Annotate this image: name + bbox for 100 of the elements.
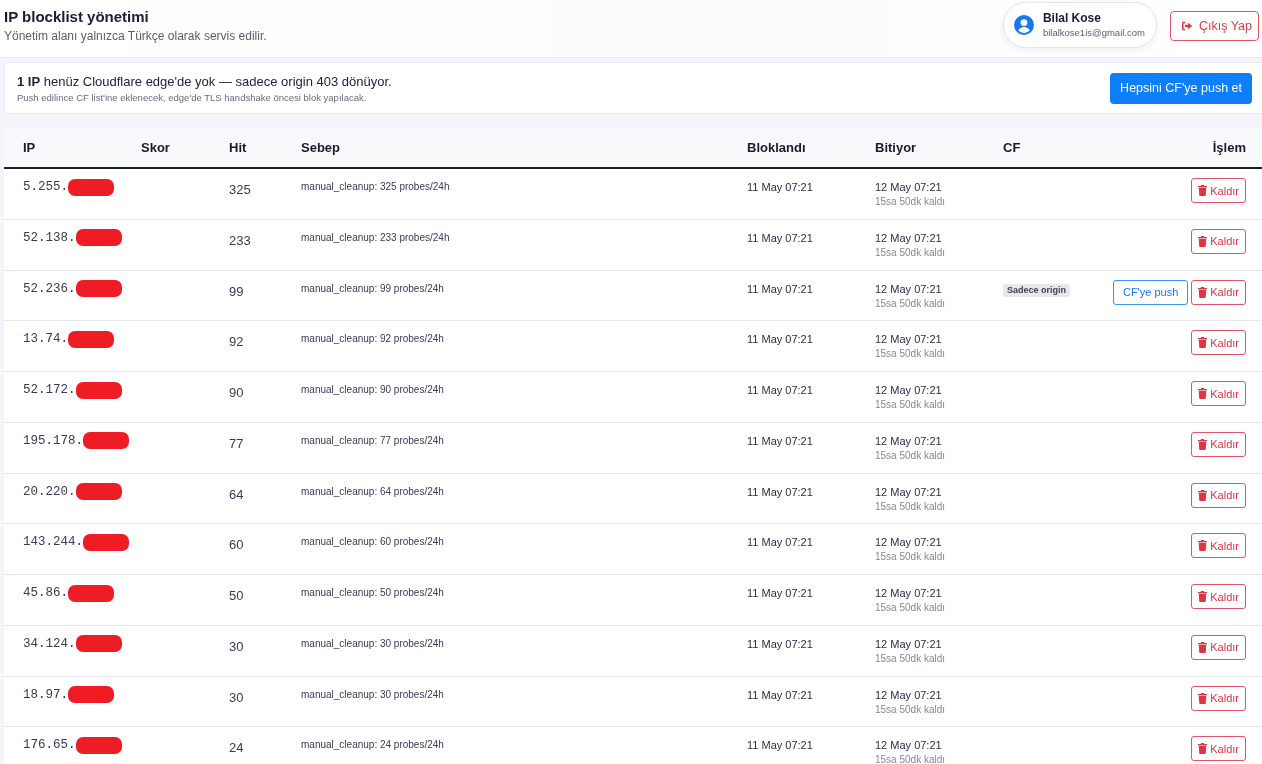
push-all-button[interactable]: Hepsini CF'ye push et <box>1110 72 1252 104</box>
hit-count: 90 <box>229 384 244 402</box>
expiry-time: 12 May 07:21 <box>875 332 942 347</box>
trash-icon <box>1198 438 1208 450</box>
column-header: IP <box>23 140 37 155</box>
hit-count: 24 <box>229 739 244 758</box>
ip-address: 45.86. <box>23 585 68 602</box>
trash-icon <box>1198 692 1208 704</box>
remaining-time: 15sa 50dk kaldı <box>875 448 946 463</box>
user-name: Bilal Kose <box>1042 10 1102 26</box>
blocked-time: 11 May 07:21 <box>747 230 813 245</box>
column-header: İşlem <box>1211 140 1246 155</box>
remove-button[interactable]: Kaldır <box>1191 482 1246 508</box>
block-reason: manual_cleanup: 30 probes/24h <box>301 687 444 702</box>
block-reason: manual_cleanup: 50 probes/24h <box>301 586 444 600</box>
remove-button[interactable]: Kaldır <box>1191 381 1246 406</box>
user-card[interactable]: Bilal Kose bilalkose1is@gmail.com <box>1002 2 1157 48</box>
notice-message: 1 IP henüz Cloudflare edge'de yok — sadece origin 403 dönüyor. <box>17 72 392 91</box>
ip-address: 34.124. <box>23 635 76 653</box>
hit-count: 50 <box>229 587 244 605</box>
expiry-time: 12 May 07:21 <box>875 383 942 397</box>
remove-button[interactable]: Kaldır <box>1191 736 1246 762</box>
blocked-time: 11 May 07:21 <box>747 332 813 347</box>
hit-count: 60 <box>229 536 244 555</box>
remove-button[interactable]: Kaldır <box>1191 634 1246 660</box>
block-reason: manual_cleanup: 77 probes/24h <box>301 433 444 448</box>
trash-icon <box>1198 489 1208 501</box>
remaining-time: 15sa 50dk kaldı <box>875 753 946 764</box>
remaining-time: 15sa 50dk kaldı <box>875 601 946 615</box>
column-header: CF <box>1003 140 1022 155</box>
trash-icon <box>1198 235 1208 247</box>
trash-icon <box>1198 286 1208 298</box>
logout-button[interactable]: Çıkış Yap <box>1169 11 1259 41</box>
ip-address: 18.97. <box>23 686 68 704</box>
expiry-time: 12 May 07:21 <box>875 586 942 600</box>
ip-address: 143.244. <box>23 534 83 552</box>
block-reason: manual_cleanup: 64 probes/24h <box>301 484 444 499</box>
ip-address: 52.138. <box>23 229 76 247</box>
logout-icon <box>1180 21 1193 31</box>
hit-count: 64 <box>229 485 244 504</box>
column-header: Bitiyor <box>875 140 918 155</box>
remove-button[interactable]: Kaldır <box>1191 431 1246 457</box>
hit-count: 77 <box>229 434 244 453</box>
remove-button[interactable]: Kaldır <box>1191 584 1246 609</box>
remaining-time: 15sa 50dk kaldı <box>875 702 946 717</box>
remove-button[interactable]: Kaldır <box>1191 228 1246 254</box>
expiry-time: 12 May 07:21 <box>875 180 942 194</box>
blocked-time: 11 May 07:21 <box>747 281 813 296</box>
ip-address: 176.65. <box>23 737 76 755</box>
block-reason: manual_cleanup: 60 probes/24h <box>301 535 444 550</box>
page-subtitle: Yönetim alanı yalnızca Türkçe olarak servis edilir. <box>4 28 267 45</box>
blocked-time: 11 May 07:21 <box>747 180 813 194</box>
remaining-time: 15sa 50dk kaldı <box>875 398 946 412</box>
notice-detail: Push edilince CF list'ine eklenecek, edge'de TLS handshake öncesi blok yapılacak. <box>17 90 368 105</box>
remaining-time: 15sa 50dk kaldı <box>875 550 946 565</box>
expiry-time: 12 May 07:21 <box>875 230 942 245</box>
expiry-time: 12 May 07:21 <box>875 281 942 296</box>
hit-count: 325 <box>229 181 251 199</box>
trash-icon <box>1198 388 1208 399</box>
expiry-time: 12 May 07:21 <box>875 687 942 702</box>
blocked-time: 11 May 07:21 <box>747 535 813 550</box>
push-button[interactable]: CF'ye push <box>1112 279 1189 305</box>
expiry-time: 12 May 07:21 <box>875 535 942 550</box>
trash-icon <box>1198 337 1208 349</box>
block-reason: manual_cleanup: 24 probes/24h <box>301 738 444 753</box>
expiry-time: 12 May 07:21 <box>875 433 942 448</box>
remaining-time: 15sa 50dk kaldı <box>875 195 946 209</box>
block-reason: manual_cleanup: 325 probes/24h <box>301 180 450 194</box>
remove-button[interactable]: Kaldır <box>1191 685 1246 711</box>
ip-address: 195.178. <box>23 432 83 450</box>
remove-button[interactable]: Kaldır <box>1191 533 1246 559</box>
status-badge: Sadece origin <box>1003 283 1071 297</box>
blocked-time: 11 May 07:21 <box>747 636 813 651</box>
remove-button[interactable]: Kaldır <box>1191 279 1246 305</box>
trash-icon <box>1198 641 1208 653</box>
block-reason: manual_cleanup: 30 probes/24h <box>301 636 444 651</box>
blocked-time: 11 May 07:21 <box>747 586 813 600</box>
hit-count: 99 <box>229 282 244 301</box>
user-email: bilalkose1is@gmail.com <box>1042 25 1145 40</box>
hit-count: 30 <box>229 688 244 707</box>
column-header: Hit <box>229 140 248 155</box>
remaining-time: 15sa 50dk kaldı <box>875 347 946 362</box>
expiry-time: 12 May 07:21 <box>875 738 942 753</box>
blocked-time: 11 May 07:21 <box>747 383 813 397</box>
blocked-time: 11 May 07:21 <box>747 433 813 448</box>
block-reason: manual_cleanup: 90 probes/24h <box>301 383 444 397</box>
block-reason: manual_cleanup: 233 probes/24h <box>301 230 450 245</box>
column-header: Skor <box>141 140 171 155</box>
ip-address: 5.255. <box>23 179 68 196</box>
remove-button[interactable]: Kaldır <box>1191 330 1246 356</box>
expiry-time: 12 May 07:21 <box>875 484 942 499</box>
remaining-time: 15sa 50dk kaldı <box>875 499 946 514</box>
hit-count: 92 <box>229 333 244 352</box>
remaining-time: 15sa 50dk kaldı <box>875 245 946 260</box>
remove-button[interactable]: Kaldır <box>1191 178 1246 203</box>
column-header: Sebep <box>301 140 341 155</box>
remaining-time: 15sa 50dk kaldı <box>875 296 946 311</box>
block-reason: manual_cleanup: 99 probes/24h <box>301 281 444 296</box>
trash-icon <box>1198 540 1208 552</box>
blocked-time: 11 May 07:21 <box>747 738 813 753</box>
